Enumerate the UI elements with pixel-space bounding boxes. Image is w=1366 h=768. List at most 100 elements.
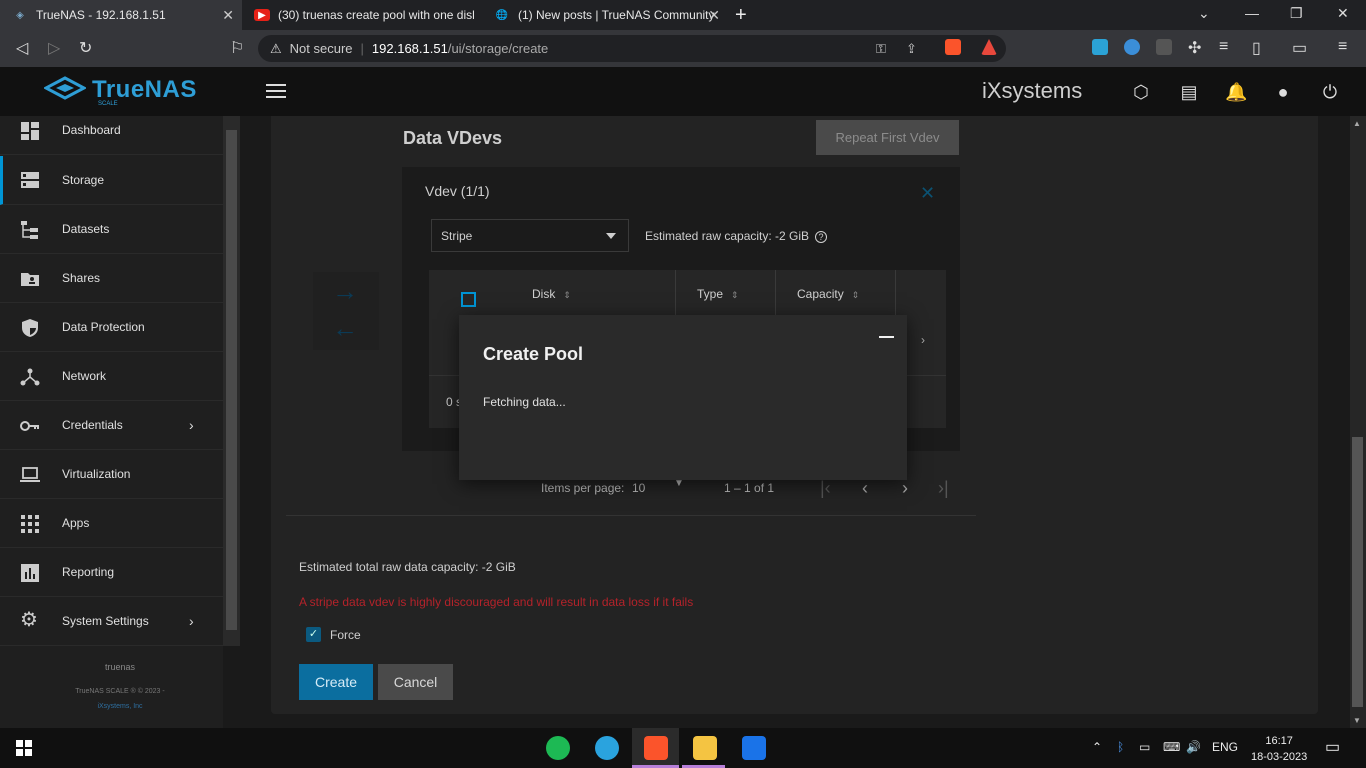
sidebar-item-label: Reporting [62,565,115,579]
tab-title: TrueNAS - 192.168.1.51 [36,8,166,22]
sidebar-item-label: Network [62,369,107,383]
sidebar-scrollbar-thumb[interactable] [226,130,237,630]
ixsystems-logo[interactable]: iXsystems [982,78,1082,104]
browser-tab-community[interactable]: 🌐 (1) New posts | TrueNAS Community ✕ [482,0,728,30]
close-icon[interactable]: ✕ [708,7,720,24]
select-all-checkbox[interactable] [461,292,476,307]
volume-icon[interactable]: 🔊 [1186,740,1201,754]
menu-icon[interactable]: ≡ [1338,38,1347,56]
bookmark-icon[interactable]: ⚐ [230,38,244,58]
column-divider [895,270,896,315]
last-page-icon[interactable]: ›| [938,478,949,499]
apps-grid-icon [21,515,39,533]
sidebar-item-label: Shares [62,271,101,285]
sidebar-item-label: Dashboard [62,123,121,137]
scroll-down-icon[interactable]: ▼ [1353,716,1361,725]
column-header-capacity[interactable]: Capacity ⇕ [797,287,859,301]
minimize-icon[interactable]: — [1245,5,1259,21]
file-explorer-icon[interactable] [693,736,717,760]
reload-icon[interactable]: ↻ [79,38,92,58]
url-field[interactable]: ⚠ Not secure | 192.168.1.51 /ui/storage/… [258,35,1006,62]
next-page-icon[interactable]: › [902,478,908,499]
dialog-message: Fetching data... [483,395,566,409]
column-divider [775,270,776,315]
items-per-page-select[interactable]: 10 [632,481,645,495]
sidebar-item-storage[interactable]: Storage [0,156,223,205]
copyright: TrueNAS SCALE ® © 2023 - [75,688,165,695]
sidebar-item-credentials[interactable]: Credentials › [0,401,223,450]
brave-shield-icon[interactable] [945,39,961,55]
close-icon[interactable]: ✕ [222,7,234,24]
scroll-up-icon[interactable]: ▲ [1353,119,1361,128]
tab-search-icon[interactable]: ⌄ [1198,5,1210,22]
extension-media-icon[interactable] [1092,39,1108,55]
telegram-icon[interactable] [595,736,619,760]
new-tab-icon[interactable]: + [735,4,747,27]
first-page-icon[interactable]: |‹ [820,478,831,499]
key-icon[interactable]: ⚿ [876,41,886,57]
help-icon[interactable]: ? [815,231,828,243]
chevron-up-icon[interactable]: ⌃ [1092,740,1102,754]
shield-icon [22,319,38,337]
sidebar-item-reporting[interactable]: Reporting [0,548,223,597]
row-expand-icon[interactable]: › [921,333,925,347]
extension-shazam-icon[interactable] [1124,39,1140,55]
sidebar-item-virtualization[interactable]: Virtualization [0,450,223,499]
brave-browser-icon[interactable] [644,736,668,760]
previous-page-icon[interactable]: ‹ [862,478,868,499]
network-icon[interactable]: ⌨ [1163,740,1180,754]
spotify-icon[interactable] [546,736,570,760]
security-label: Not secure [289,41,353,56]
power-icon[interactable]: ⏻ [1319,82,1341,104]
sidebar-item-system-settings[interactable]: ⚙ System Settings › [0,597,223,646]
column-header-type[interactable]: Type ⇕ [697,287,739,301]
sidebar-item-apps[interactable]: Apps [0,499,223,548]
create-button[interactable]: Create [299,664,373,700]
truecommand-icon[interactable]: ⬡ [1130,82,1152,104]
cancel-button[interactable]: Cancel [378,664,453,700]
window-close-icon[interactable]: ✕ [1337,5,1349,22]
playlist-icon[interactable]: ≡ [1219,38,1228,56]
sidebar-item-label: Apps [62,516,90,530]
sidebar-item-datasets[interactable]: Datasets [0,205,223,254]
sidebar-item-shares[interactable]: Shares [0,254,223,303]
truenas-logo[interactable]: TrueNAS SCALE [44,76,197,107]
extension-reader-icon[interactable] [1156,39,1172,55]
forward-icon[interactable]: ▷ [48,38,60,58]
clipboard-jobs-icon[interactable]: ▤ [1178,82,1200,104]
wallet-icon[interactable]: ▭ [1292,38,1307,58]
close-icon[interactable]: ✕ [920,183,935,204]
battery-icon[interactable]: ▭ [1139,740,1150,754]
browser-tab-youtube[interactable]: ▶ (30) truenas create pool with one disk [242,0,482,30]
restore-icon[interactable]: ❐ [1290,5,1303,22]
share-icon[interactable]: ⇪ [906,41,917,57]
account-icon[interactable]: ● [1272,82,1294,104]
force-checkbox[interactable]: ✓ [306,627,321,642]
column-header-disk[interactable]: Disk ⇕ [532,287,571,301]
main-scrollbar-thumb[interactable] [1352,437,1363,707]
calendar-icon[interactable] [742,736,766,760]
sidebar-item-network[interactable]: Network [0,352,223,401]
bell-icon[interactable]: 🔔 [1225,82,1247,104]
company-link[interactable]: iXsystems, Inc [0,703,240,710]
windows-start-icon[interactable] [16,740,32,756]
bluetooth-icon[interactable]: ᛒ [1117,740,1124,754]
hamburger-menu-icon[interactable] [266,84,286,100]
notifications-icon[interactable]: ▭ [1325,737,1340,757]
brand-name: TrueNAS [92,76,197,103]
minimize-icon[interactable] [879,336,894,338]
taskbar-clock[interactable]: 16:17 18-03-2023 [1251,733,1307,765]
sidebar-item-dashboard[interactable]: Dashboard [0,106,223,155]
tab-title: (30) truenas create pool with one disk [278,8,474,22]
sidebar-item-data-protection[interactable]: Data Protection [0,303,223,352]
arrow-right-icon[interactable]: → [332,276,358,307]
language-indicator[interactable]: ENG [1212,740,1238,754]
sidebar-item-label: Virtualization [62,467,131,481]
extensions-puzzle-icon[interactable]: ✣ [1188,38,1201,58]
vdev-type-select[interactable]: Stripe [431,219,629,252]
browser-tab-truenas[interactable]: ◈ TrueNAS - 192.168.1.51 ✕ [0,0,242,30]
arrow-left-icon[interactable]: ← [332,313,358,344]
sidebar-toggle-icon[interactable]: ▯ [1252,38,1261,58]
repeat-first-vdev-button[interactable]: Repeat First Vdev [816,120,959,155]
back-icon[interactable]: ◁ [16,38,28,58]
